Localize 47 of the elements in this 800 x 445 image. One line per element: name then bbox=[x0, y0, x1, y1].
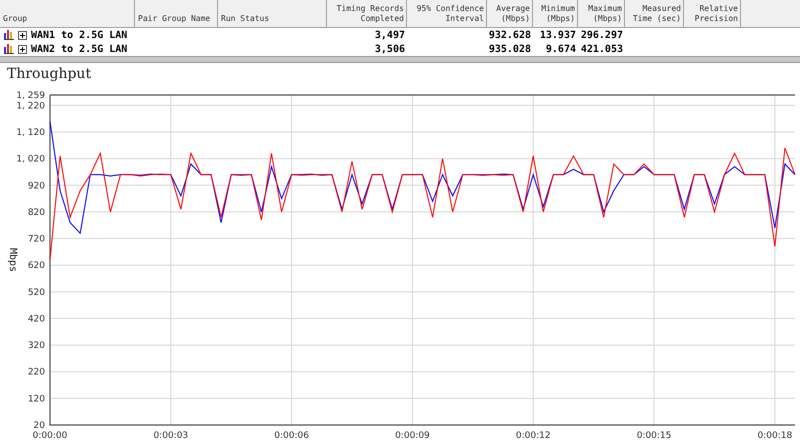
table-cell: 421.053 bbox=[580, 44, 623, 54]
table-cell: 3,497 bbox=[374, 30, 405, 40]
column-header[interactable]: Average (Mbps) bbox=[487, 0, 533, 28]
x-tick-label: 0:00:03 bbox=[153, 431, 188, 441]
y-tick-label: 120 bbox=[28, 394, 45, 404]
expand-toggle[interactable] bbox=[18, 44, 27, 54]
bar-chart-icon bbox=[4, 30, 14, 40]
x-tick-label: 0:00:12 bbox=[516, 431, 551, 441]
y-tick-label: 420 bbox=[28, 314, 45, 324]
table-cell: 9.674 bbox=[546, 44, 576, 54]
column-header[interactable]: Timing Records Completed bbox=[327, 0, 407, 28]
x-tick-label: 0:00:09 bbox=[395, 431, 430, 441]
column-header[interactable]: Minimum (Mbps) bbox=[533, 0, 578, 28]
y-tick-label: 520 bbox=[28, 288, 45, 298]
table-cell: 935.028 bbox=[488, 44, 531, 54]
group-name: WAN1 to 2.5G LAN bbox=[31, 30, 128, 40]
x-tick-label: 0:00:00 bbox=[32, 431, 68, 441]
y-tick-label: 1, 220 bbox=[16, 101, 45, 112]
y-tick-label: 1, 020 bbox=[16, 154, 45, 165]
column-header[interactable]: Measured Time (sec) bbox=[625, 0, 684, 28]
y-tick-label: 1, 120 bbox=[16, 128, 45, 138]
column-header[interactable]: Run Status bbox=[218, 0, 327, 28]
x-tick-label: 0:00:18 bbox=[758, 431, 792, 441]
y-tick-label: 620 bbox=[28, 261, 45, 272]
table-cell: 296.297 bbox=[580, 30, 623, 40]
bar-chart-icon bbox=[4, 44, 14, 54]
y-axis-label: Mbps bbox=[7, 248, 18, 272]
table-cell: 3,506 bbox=[374, 44, 405, 54]
x-tick-label: 0:00:06 bbox=[274, 431, 309, 441]
table-cell: 13.937 bbox=[540, 30, 576, 40]
column-header[interactable]: Group bbox=[0, 0, 135, 28]
column-header[interactable]: 95% Confidence Interval bbox=[407, 0, 487, 28]
column-header[interactable]: Maximum (Mbps) bbox=[578, 0, 625, 28]
y-tick-label: 20 bbox=[34, 421, 45, 431]
y-tick-label: 820 bbox=[28, 208, 45, 218]
table-cell: 932.628 bbox=[488, 30, 531, 40]
y-tick-label: 220 bbox=[28, 368, 45, 378]
group-name: WAN2 to 2.5G LAN bbox=[31, 44, 128, 54]
y-tick-label: 320 bbox=[28, 341, 45, 352]
column-header[interactable]: Pair Group Name bbox=[135, 0, 218, 28]
chart-title: Throughput bbox=[6, 65, 92, 83]
y-tick-label: 1, 259 bbox=[16, 91, 45, 101]
x-tick-label: 0:00:15 bbox=[636, 431, 672, 441]
y-tick-label: 720 bbox=[28, 234, 45, 245]
expand-toggle[interactable] bbox=[18, 30, 27, 40]
column-header[interactable]: Relative Precision bbox=[684, 0, 741, 28]
y-tick-label: 920 bbox=[28, 181, 45, 192]
